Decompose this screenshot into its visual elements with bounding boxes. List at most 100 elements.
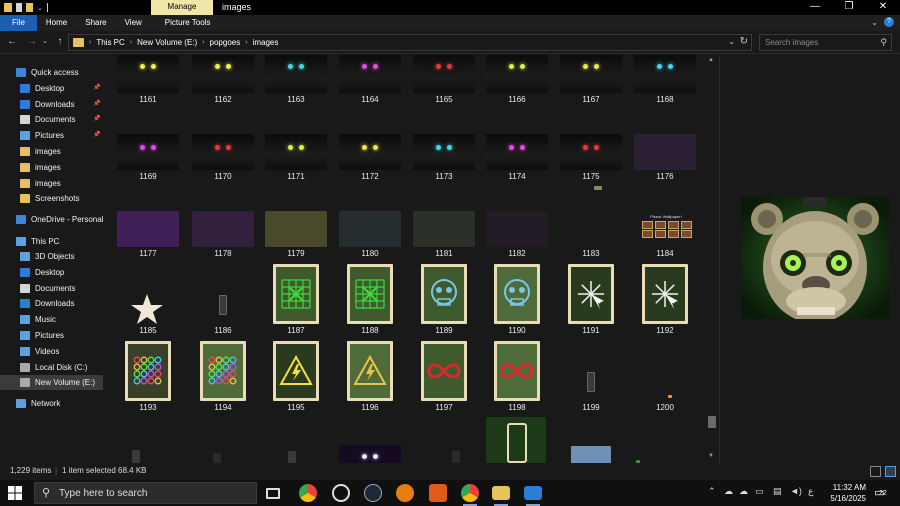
blender-icon[interactable] <box>396 484 414 502</box>
file-item[interactable]: 1180 <box>339 55 411 463</box>
chrome-profile-icon[interactable] <box>461 484 479 502</box>
file-item[interactable]: Phase Wallpaper! 1184 <box>634 55 705 463</box>
tab-share[interactable]: Share <box>76 15 115 31</box>
file-item[interactable]: 1170 <box>192 55 264 463</box>
sidebar-item[interactable]: images <box>0 160 61 175</box>
sidebar-item[interactable]: Documents <box>0 281 75 296</box>
file-item[interactable]: 1166 <box>486 55 558 463</box>
taskbar-search-input[interactable]: ⚲ Type here to search <box>34 482 257 504</box>
notifications-button[interactable]: ▭ 22 <box>874 486 890 499</box>
volume-icon[interactable]: ◄) <box>790 486 802 496</box>
file-item[interactable]: 1161 <box>117 55 189 463</box>
maximize-button[interactable]: ❐ <box>832 0 866 15</box>
scroll-up-icon[interactable]: ▲ <box>708 57 714 63</box>
file-item[interactable]: 1179 <box>265 55 337 463</box>
address-bar[interactable]: › This PC › New Volume (E:) › popgoes › … <box>68 34 752 51</box>
sidebar-item[interactable]: 3D Objects <box>0 249 75 264</box>
file-item[interactable]: 1183 <box>560 55 632 463</box>
file-item[interactable]: 1181 <box>413 55 485 463</box>
scroll-down-icon[interactable]: ▼ <box>708 453 714 459</box>
recent-locations-button[interactable]: ⌄ <box>38 35 52 49</box>
file-explorer-icon[interactable] <box>492 486 510 500</box>
sidebar-item[interactable]: New Volume (E:) <box>0 375 103 390</box>
sidebar-item[interactable]: images <box>0 144 61 159</box>
large-icons-view-button[interactable] <box>885 466 896 477</box>
file-item[interactable]: 1188 <box>339 55 411 463</box>
properties-icon[interactable] <box>16 3 22 12</box>
app-window-icon[interactable] <box>524 486 542 500</box>
breadcrumb-popgoes[interactable]: popgoes <box>210 35 241 50</box>
file-item[interactable]: 1178 <box>192 55 264 463</box>
new-folder-icon[interactable] <box>26 3 33 12</box>
file-item[interactable]: 1162 <box>192 55 264 463</box>
onedrive-icon[interactable]: ☁ <box>724 486 733 497</box>
file-item[interactable]: 1190 <box>486 55 558 463</box>
file-item[interactable]: 1172 <box>339 55 411 463</box>
close-button[interactable]: ✕ <box>866 0 900 15</box>
file-item[interactable]: 1168 <box>634 55 705 463</box>
customize-toolbar-icon[interactable]: ⌄ <box>37 4 43 12</box>
tab-file[interactable]: File <box>0 15 37 31</box>
sidebar-item[interactable]: Downloads <box>0 296 75 311</box>
file-item[interactable]: 1163 <box>265 55 337 463</box>
file-item[interactable]: 1164 <box>339 55 411 463</box>
windows-start-icon[interactable] <box>8 486 22 500</box>
file-item[interactable]: 1175 <box>560 55 632 463</box>
sidebar-item[interactable]: Local Disk (C:) <box>0 360 87 375</box>
tab-picture-tools[interactable]: Picture Tools <box>156 15 220 31</box>
file-item[interactable]: 1193 <box>117 55 189 463</box>
breadcrumb-new-volume[interactable]: New Volume (E:) <box>137 35 197 50</box>
file-item[interactable]: 1197 <box>413 55 485 463</box>
file-item[interactable]: 1199 <box>560 55 632 463</box>
task-view-icon[interactable] <box>266 488 280 499</box>
breadcrumb-this-pc[interactable]: This PC <box>96 35 124 50</box>
sidebar-item[interactable]: Quick access <box>0 65 79 80</box>
file-item[interactable]: 1177 <box>117 55 189 463</box>
file-item[interactable]: 1198 <box>486 55 558 463</box>
sidebar-item[interactable]: images <box>0 176 61 191</box>
tab-home[interactable]: Home <box>37 15 76 31</box>
sidebar-item[interactable]: Network <box>0 396 60 411</box>
sidebar-item[interactable]: Videos <box>0 344 59 359</box>
clock[interactable]: 11:32 AM 5/16/2025 <box>826 482 866 504</box>
file-item[interactable]: 1176 <box>634 55 705 463</box>
minimize-button[interactable]: — <box>798 0 832 15</box>
breadcrumb-images[interactable]: images <box>253 35 279 50</box>
search-input[interactable]: Search images ⚲ <box>759 34 892 51</box>
chrome-icon[interactable] <box>299 484 317 502</box>
language-icon[interactable]: ع <box>808 486 813 497</box>
sidebar-item[interactable]: OneDrive - Personal <box>0 212 103 227</box>
tab-view[interactable]: View <box>116 15 151 31</box>
file-item[interactable]: 1167 <box>560 55 632 463</box>
sidebar-item[interactable]: Screenshots <box>0 191 79 206</box>
file-item[interactable]: 1196 <box>339 55 411 463</box>
back-button[interactable]: ← <box>5 35 19 49</box>
file-item[interactable]: 1191 <box>560 55 632 463</box>
app-orange-icon[interactable] <box>429 484 447 502</box>
file-item[interactable]: 1169 <box>117 55 189 463</box>
file-item[interactable]: 1192 <box>634 55 705 463</box>
file-item[interactable]: 1187 <box>265 55 337 463</box>
sidebar-item[interactable]: Music <box>0 312 56 327</box>
up-button[interactable]: ↑ <box>53 35 67 49</box>
sidebar-item[interactable]: Pictures 📌 <box>0 128 100 143</box>
file-item[interactable]: 1189 <box>413 55 485 463</box>
cloud-icon[interactable]: ☁ <box>739 486 748 497</box>
details-view-button[interactable] <box>870 466 881 477</box>
sidebar-item[interactable]: Downloads 📌 <box>0 97 100 112</box>
sidebar-item[interactable]: Desktop 📌 <box>0 81 100 96</box>
file-item[interactable]: 1165 <box>413 55 485 463</box>
scrollbar-thumb[interactable] <box>708 416 716 428</box>
expand-ribbon-icon[interactable]: ⌄ <box>871 18 878 27</box>
file-item[interactable]: 1182 <box>486 55 558 463</box>
steam-icon[interactable] <box>364 484 382 502</box>
help-icon[interactable]: ? <box>884 17 894 27</box>
file-item[interactable]: 1174 <box>486 55 558 463</box>
battery-icon[interactable]: ▭ <box>755 486 764 497</box>
file-item[interactable]: 1200 <box>634 55 705 463</box>
sidebar-item[interactable]: Desktop <box>0 265 64 280</box>
file-item[interactable]: 1171 <box>265 55 337 463</box>
forward-button[interactable]: → <box>25 35 39 49</box>
refresh-icon[interactable]: ↻ <box>740 36 748 47</box>
tab-manage[interactable]: Manage <box>151 0 213 15</box>
